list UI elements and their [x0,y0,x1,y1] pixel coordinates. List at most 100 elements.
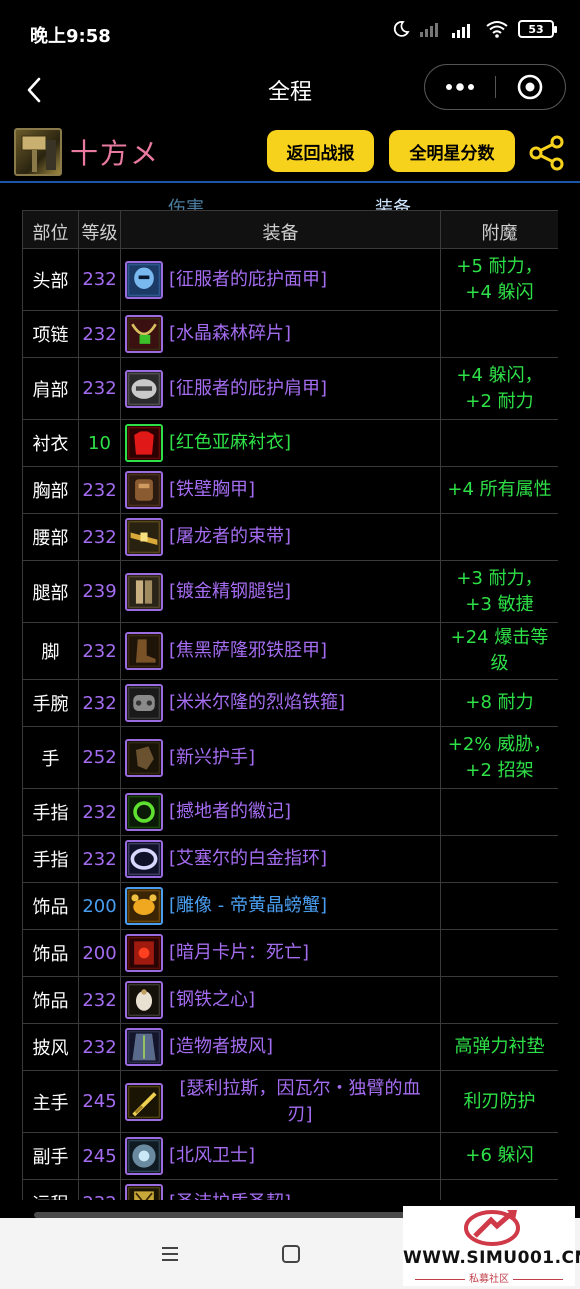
player-name: 十方メ [70,137,161,170]
item-name-link[interactable]: [艾塞尔的白金指环] [169,846,327,872]
item-cell[interactable]: [撼地者的徽记] [120,788,441,836]
legs-icon[interactable] [125,572,163,611]
slot-cell: 披风 [22,1023,79,1071]
card-trinket-icon[interactable] [125,934,163,972]
item-name-link[interactable]: [征服者的庇护面甲] [169,267,327,293]
cloak-icon[interactable] [125,1028,163,1066]
gear-row[interactable]: 副手 245 [北风卫士] +6 躲闪 [22,1132,558,1180]
gear-table-scroll[interactable]: 部位 等级 装备 附魔 头部 232 [征服者的庇护面甲] +5 耐力，+4 躲闪 项链… [22,210,558,1200]
enchant-cell [440,788,558,836]
gear-row[interactable]: 主手 245 [瑟利拉斯，因瓦尔・独臂的血刃] 利刃防护 [22,1070,558,1133]
player-header: 十方メ 返回战报 全明星分数 [0,124,580,182]
allstar-score-button[interactable]: 全明星分数 [389,130,515,172]
item-cell[interactable]: [水晶森林碎片] [120,310,441,358]
home-button[interactable] [279,1242,303,1266]
enchant-cell [440,929,558,977]
gear-row[interactable]: 肩部 232 [征服者的庇护肩甲] +4 躲闪，+2 耐力 [22,357,558,420]
gear-row[interactable]: 头部 232 [征服者的庇护面甲] +5 耐力，+4 躲闪 [22,248,558,311]
item-name-link[interactable]: [屠龙者的束带] [169,524,291,550]
gear-row[interactable]: 腿部 239 [镀金精钢腿铠] +3 耐力，+3 敏捷 [22,560,558,623]
gear-row[interactable]: 脚 232 [焦黑萨隆邪铁胫甲] +24 爆击等级 [22,622,558,680]
slot-cell: 饰品 [22,929,79,977]
platinum-ring-icon[interactable] [125,840,163,878]
item-name-link[interactable]: [雕像 - 帝黄晶螃蟹] [169,893,327,919]
more-button[interactable] [425,65,495,109]
gear-row[interactable]: 腰部 232 [屠龙者的束带] [22,513,558,561]
item-cell[interactable]: [雕像 - 帝黄晶螃蟹] [120,882,441,930]
crab-trinket-icon[interactable] [125,887,163,925]
item-name-link[interactable]: [征服者的庇护肩甲] [169,376,327,402]
item-name-link[interactable]: [撼地者的徽记] [169,799,291,825]
item-name-link[interactable]: [米米尔隆的烈焰铁箍] [169,690,345,716]
necklace-icon[interactable] [125,315,163,353]
signal-off-icon [420,23,438,37]
gear-row[interactable]: 胸部 232 [铁壁胸甲] +4 所有属性 [22,466,558,514]
item-cell[interactable]: [瑟利拉斯，因瓦尔・独臂的血刃] [120,1070,441,1133]
item-level-cell: 232 [78,1179,121,1200]
item-name-link[interactable]: [暗月卡片：死亡] [169,940,309,966]
belt-icon[interactable] [125,518,163,556]
item-cell[interactable]: [焦黑萨隆邪铁胫甲] [120,622,441,680]
item-cell[interactable]: [镀金精钢腿铠] [120,560,441,623]
helm-icon[interactable] [125,260,163,299]
enchant-cell: +24 爆击等级 [440,622,558,680]
item-cell[interactable]: [艾塞尔的白金指环] [120,835,441,883]
item-name-link[interactable]: [造物者披风] [169,1034,273,1060]
gear-row[interactable]: 披风 232 [造物者披风] 高弹力衬垫 [22,1023,558,1071]
return-report-button[interactable]: 返回战报 [267,130,374,172]
gloves-icon[interactable] [125,738,163,777]
slot-cell: 腿部 [22,560,79,623]
heart-trinket-icon[interactable] [125,981,163,1019]
boots-icon[interactable] [125,632,163,670]
item-cell[interactable]: [铁壁胸甲] [120,466,441,514]
item-cell[interactable]: [钢铁之心] [120,976,441,1024]
shoulder-icon[interactable] [125,369,163,408]
item-cell[interactable]: [征服者的庇护肩甲] [120,357,441,420]
item-cell[interactable]: [圣洁护盾圣契] [120,1179,441,1200]
gear-row[interactable]: 手 252 [新兴护手] +2% 威胁，+2 招架 [22,726,558,789]
gear-row[interactable]: 手腕 232 [米米尔隆的烈焰铁箍] +8 耐力 [22,679,558,727]
gear-row[interactable]: 饰品 232 [钢铁之心] [22,976,558,1024]
item-cell[interactable]: [征服者的庇护面甲] [120,248,441,311]
item-name-link[interactable]: [镀金精钢腿铠] [169,579,291,605]
item-name-link[interactable]: [圣洁护盾圣契] [169,1190,291,1200]
item-cell[interactable]: [北风卫士] [120,1132,441,1180]
shield-icon[interactable] [125,1137,163,1175]
bracers-icon[interactable] [125,684,163,722]
gear-row[interactable]: 项链 232 [水晶森林碎片] [22,310,558,358]
gear-row[interactable]: 远程232 [圣洁护盾圣契] [22,1179,558,1200]
gear-row[interactable]: 手指 232 [撼地者的徽记] [22,788,558,836]
gear-table: 部位 等级 装备 附魔 头部 232 [征服者的庇护面甲] +5 耐力，+4 躲闪 项链… [22,210,558,1200]
item-name-link[interactable]: [铁壁胸甲] [169,477,255,503]
close-miniprogram-button[interactable] [496,65,566,109]
item-name-link[interactable]: [钢铁之心] [169,987,255,1013]
item-name-link[interactable]: [红色亚麻衬衣] [169,430,291,456]
item-cell[interactable]: [造物者披风] [120,1023,441,1071]
share-button[interactable] [528,134,566,172]
menu-button[interactable] [158,1242,182,1266]
slot-cell: 手指 [22,788,79,836]
item-cell[interactable]: [红色亚麻衬衣] [120,419,441,467]
libram-icon[interactable] [125,1184,163,1200]
item-cell[interactable]: [新兴护手] [120,726,441,789]
item-cell[interactable]: [米米尔隆的烈焰铁箍] [120,679,441,727]
item-cell[interactable]: [屠龙者的束带] [120,513,441,561]
item-name-link[interactable]: [水晶森林碎片] [169,321,291,347]
item-name-link[interactable]: [北风卫士] [169,1143,255,1169]
gear-row[interactable]: 手指 232 [艾塞尔的白金指环] [22,835,558,883]
item-name-link[interactable]: [新兴护手] [169,745,255,771]
item-name-link[interactable]: [瑟利拉斯，因瓦尔・独臂的血刃] [169,1076,431,1128]
gear-row[interactable]: 衬衣 10 [红色亚麻衬衣] [22,419,558,467]
gear-row[interactable]: 饰品 200 [雕像 - 帝黄晶螃蟹] [22,882,558,930]
gear-row[interactable]: 饰品 200 [暗月卡片：死亡] [22,929,558,977]
battery-indicator: 53 [518,20,557,38]
shirt-icon[interactable] [125,424,163,462]
ring-icon[interactable] [125,793,163,831]
item-name-link[interactable]: [焦黑萨隆邪铁胫甲] [169,638,327,664]
header-enchant: 附魔 [440,210,558,249]
sword-icon[interactable] [125,1082,163,1121]
chest-icon[interactable] [125,471,163,509]
target-icon [517,74,543,100]
slot-cell: 肩部 [22,357,79,420]
item-cell[interactable]: [暗月卡片：死亡] [120,929,441,977]
